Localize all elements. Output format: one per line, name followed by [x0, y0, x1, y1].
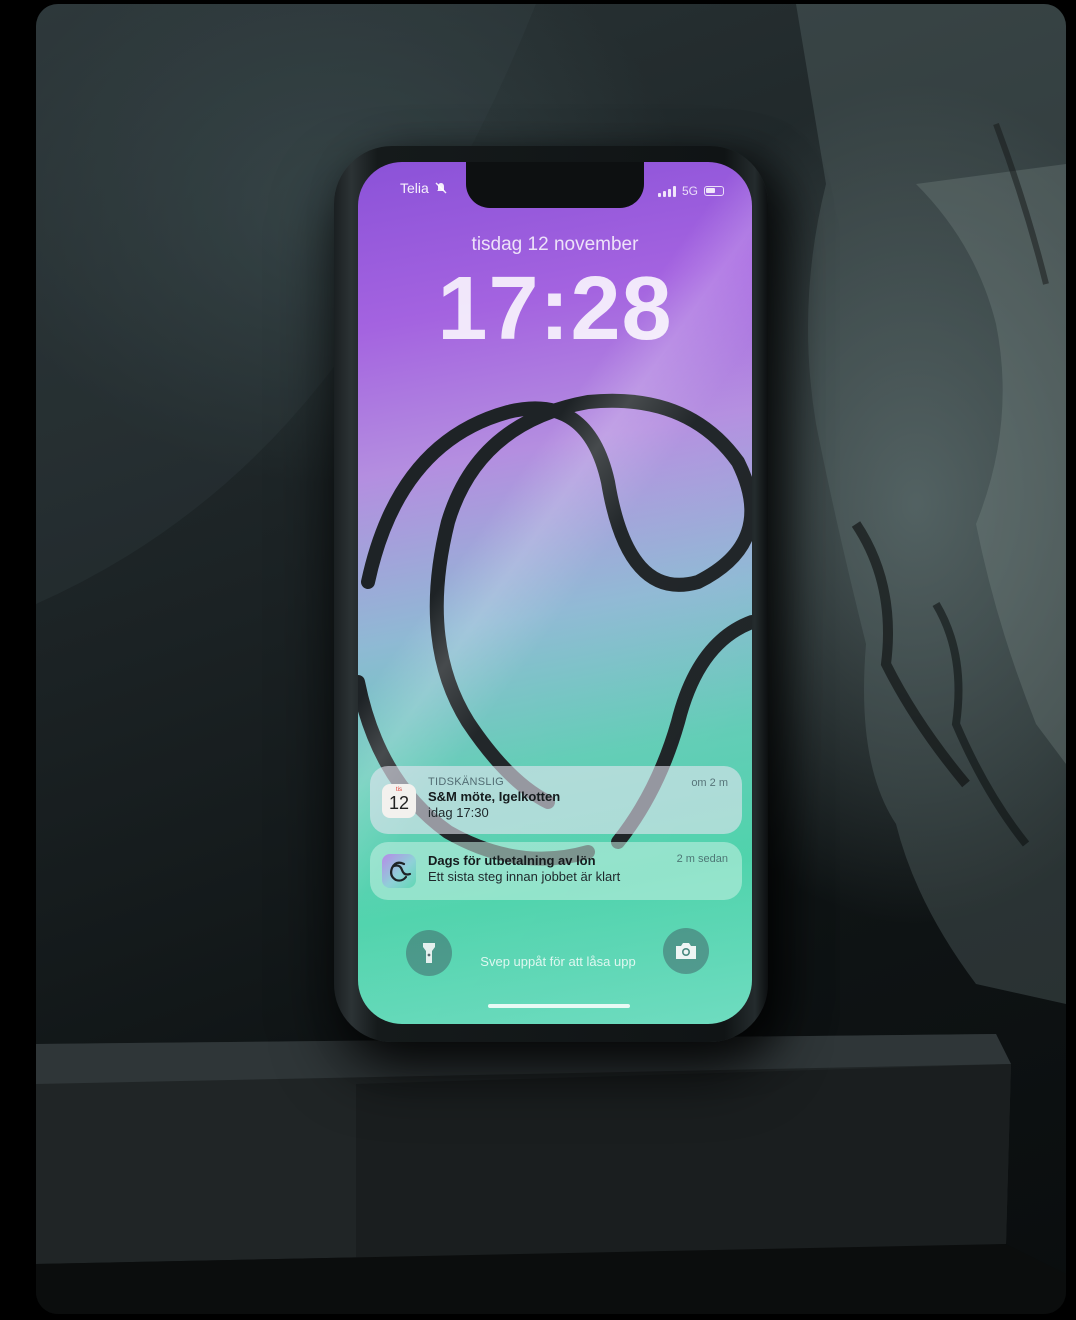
notification-title: S&M möte, Igelkotten — [428, 789, 561, 804]
camera-button[interactable] — [663, 928, 709, 974]
notification-calendar[interactable]: tis 12 TIDSKÄNSLIG S&M möte, Igelkotten … — [370, 766, 742, 834]
lock-time: 17:28 — [437, 259, 673, 359]
bell-slash-icon — [435, 182, 447, 194]
stone-pedestal — [36, 1034, 1066, 1314]
notification-time: om 2 m — [691, 777, 728, 789]
signal-icon — [657, 185, 676, 197]
camera-icon — [676, 943, 696, 959]
app-logo-icon — [382, 854, 416, 888]
lock-date: tisdag 12 november — [471, 234, 639, 255]
flashlight-icon — [423, 943, 435, 963]
lock-screen[interactable]: Telia 5G tisdag 12 november 17:28 tis 12 — [358, 162, 752, 1024]
notification-time: 2 m sedan — [676, 853, 728, 865]
carrier-label: Telia — [400, 180, 429, 196]
notification-body: idag 17:30 — [428, 805, 489, 820]
flashlight-button[interactable] — [406, 930, 452, 976]
carrier: Telia — [400, 180, 447, 196]
notification-body: Ett sista steg innan jobbet är klart — [428, 869, 621, 884]
home-indicator[interactable] — [488, 1004, 630, 1008]
status-bar: Telia 5G — [358, 162, 752, 218]
notification-payout[interactable]: Dags för utbetalning av lön Ett sista st… — [370, 842, 742, 900]
swipe-unlock-hint: Svep uppåt för att låsa upp — [480, 954, 636, 969]
network-type: 5G — [681, 184, 698, 198]
calendar-icon-number: 12 — [388, 793, 410, 813]
battery-icon — [704, 186, 724, 196]
notification-label: TIDSKÄNSLIG — [428, 776, 505, 788]
status-right: 5G — [657, 184, 724, 198]
phone-device: Telia 5G tisdag 12 november 17:28 tis 12 — [334, 146, 768, 1042]
calendar-icon: tis 12 — [382, 784, 416, 818]
